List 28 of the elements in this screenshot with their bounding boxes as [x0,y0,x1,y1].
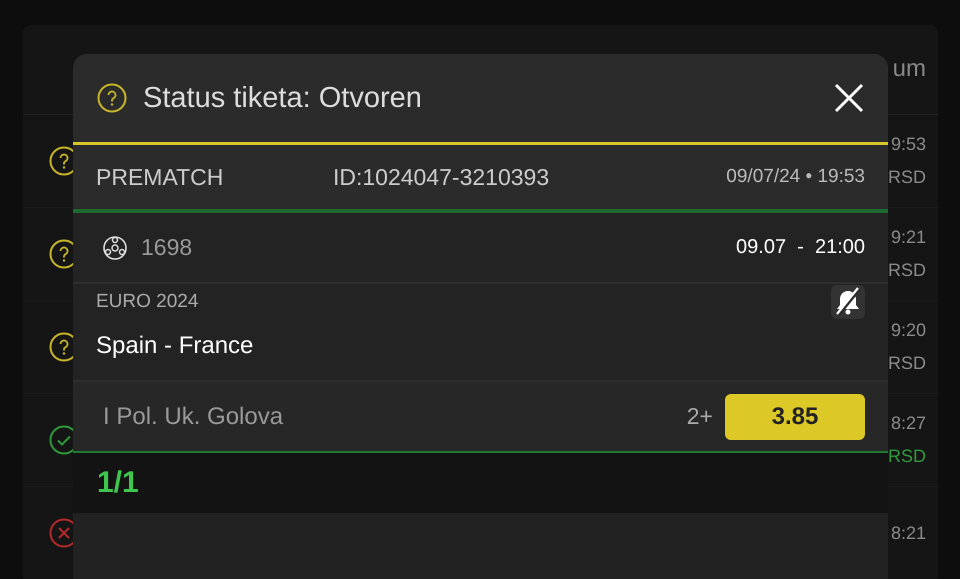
notification-toggle[interactable] [831,285,865,319]
bell-off-icon [833,287,863,317]
ticket-currency: RSD [888,353,926,374]
event-start: 09.07 - 21:00 [736,236,865,259]
odds-badge: 3.85 [725,394,865,440]
market-name: I Pol. Uk. Golova [103,402,284,430]
dialog-title: Status tiketa: Otvoren [143,82,423,114]
ticket-type: PREMATCH [96,164,224,190]
close-button[interactable] [834,83,864,113]
ticket-time: 9:20 [890,320,926,341]
question-circle-icon [97,83,127,113]
football-icon [103,236,127,260]
close-icon [834,83,864,113]
league-name: EURO 2024 [96,291,198,313]
ticket-time: 8:21 [890,522,926,544]
ticket-time: 8:27 [890,413,926,434]
ticket-date: 09/07/24 • 19:53 [726,166,865,188]
ticket-currency: RSD [888,260,926,281]
pick-label: 2+ [686,403,713,430]
ticket-count: 1/1 [97,466,139,500]
ticket-time: 9:21 [890,227,926,248]
event-code: 1698 [141,234,194,261]
ticket-currency: RSD [888,446,926,467]
column-header: um [892,54,926,82]
match-name: Spain - France [96,332,254,360]
ticket-currency: RSD [888,167,926,188]
ticket-time: 9:53 [890,134,926,155]
ticket-id: ID:1024047-3210393 [333,164,550,190]
